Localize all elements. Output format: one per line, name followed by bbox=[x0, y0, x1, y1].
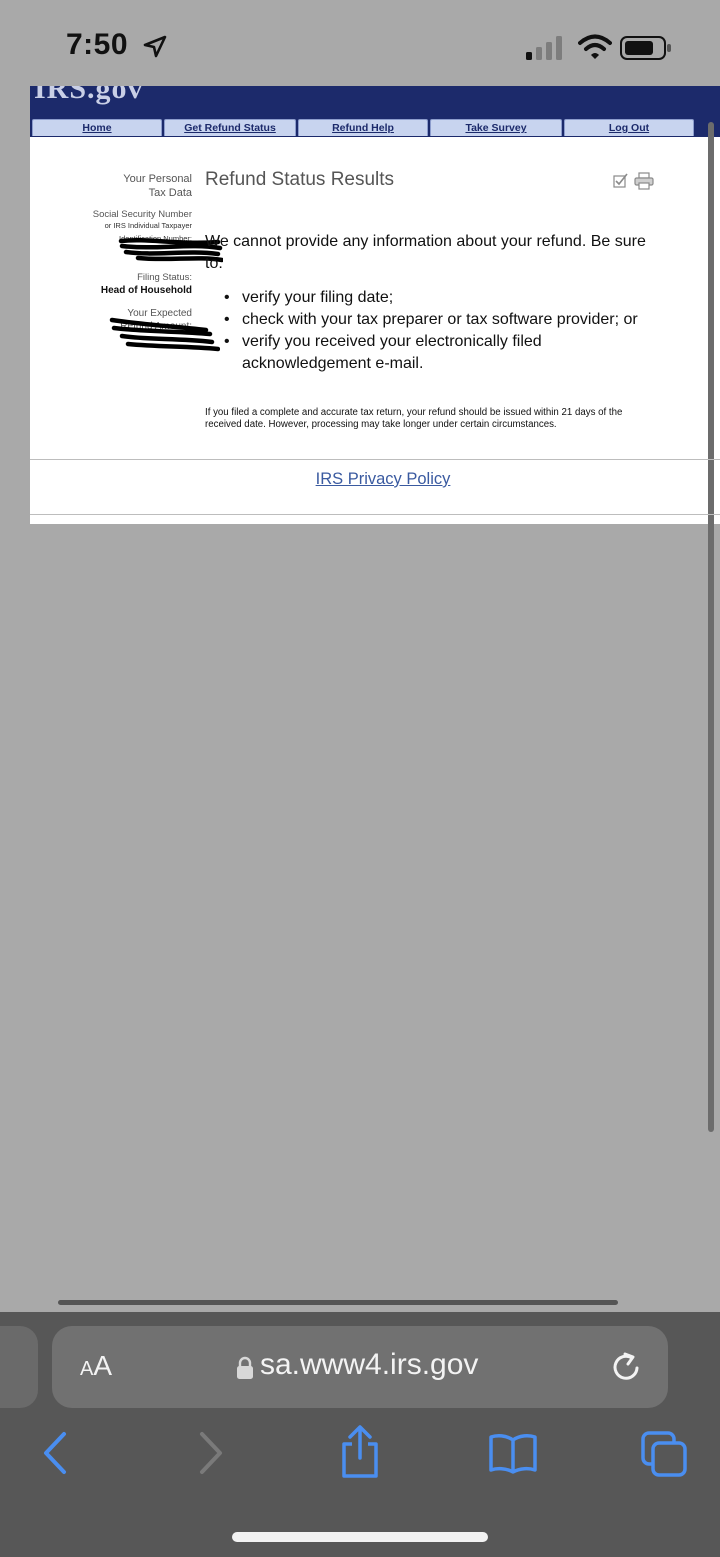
page-title: Refund Status Results bbox=[205, 169, 395, 190]
status-time: 7:50 bbox=[66, 28, 129, 61]
divider bbox=[30, 514, 720, 515]
personal-tax-data-line2: Tax Data bbox=[148, 187, 192, 199]
advice-item: check with your tax preparer or tax soft… bbox=[222, 309, 662, 331]
privacy-policy-link[interactable]: IRS Privacy Policy bbox=[30, 470, 720, 489]
personal-tax-data-heading: Your Personal Tax Data bbox=[62, 172, 192, 200]
divider bbox=[30, 459, 720, 460]
url-text[interactable]: sa.www4.irs.gov bbox=[260, 1348, 478, 1382]
nav-log-out[interactable]: Log Out bbox=[564, 119, 694, 136]
reload-icon[interactable] bbox=[610, 1351, 642, 1383]
status-bar: 7:50 bbox=[0, 0, 720, 86]
print-icons[interactable] bbox=[613, 172, 657, 190]
wifi-icon bbox=[578, 34, 612, 59]
irs-logo[interactable]: IRS.gov bbox=[34, 86, 144, 106]
printer-icon bbox=[634, 172, 654, 190]
advice-item: verify your filing date; bbox=[222, 287, 662, 309]
page-scrollbar[interactable] bbox=[708, 122, 714, 1132]
advice-list: verify your filing date; check with your… bbox=[222, 287, 662, 375]
personal-tax-data-line1: Your Personal bbox=[123, 173, 192, 185]
checkbox-icon bbox=[613, 173, 628, 188]
filing-status-value: Head of Household bbox=[100, 285, 192, 296]
ssn-label: Social Security Number bbox=[92, 209, 192, 220]
nav-refund-help[interactable]: Refund Help bbox=[298, 119, 428, 136]
refund-amount-redaction-scribble bbox=[109, 317, 220, 352]
filing-status-label: Filing Status: bbox=[137, 272, 192, 283]
nav-home[interactable]: Home bbox=[32, 119, 162, 136]
bookmarks-icon[interactable] bbox=[488, 1432, 538, 1474]
aa-small: A bbox=[80, 1358, 94, 1380]
previous-tab-peek[interactable] bbox=[0, 1326, 38, 1408]
privacy-policy-link-text[interactable]: IRS Privacy Policy bbox=[316, 470, 451, 488]
home-indicator[interactable] bbox=[232, 1532, 488, 1542]
share-icon[interactable] bbox=[338, 1424, 382, 1480]
nav-get-refund-status[interactable]: Get Refund Status bbox=[164, 119, 296, 136]
advice-item: verify you received your electronically … bbox=[222, 331, 662, 375]
horizontal-scroll-indicator bbox=[58, 1300, 618, 1305]
tabs-icon[interactable] bbox=[640, 1430, 688, 1478]
aa-large: A bbox=[93, 1350, 113, 1381]
ssn-sub-label: or IRS Individual Taxpayer bbox=[104, 221, 192, 230]
irs-banner: IRS.gov bbox=[30, 86, 720, 120]
nav-take-survey[interactable]: Take Survey bbox=[430, 119, 562, 136]
refund-message: We cannot provide any information about … bbox=[205, 233, 646, 272]
processing-note: If you filed a complete and accurate tax… bbox=[205, 407, 623, 430]
location-arrow-icon bbox=[143, 35, 167, 58]
cellular-signal-icon bbox=[526, 36, 562, 60]
lock-icon bbox=[237, 1356, 253, 1379]
forward-icon[interactable] bbox=[192, 1430, 228, 1476]
back-icon[interactable] bbox=[38, 1430, 74, 1476]
battery-icon bbox=[620, 36, 671, 60]
reader-settings-button[interactable]: AA bbox=[80, 1350, 112, 1382]
